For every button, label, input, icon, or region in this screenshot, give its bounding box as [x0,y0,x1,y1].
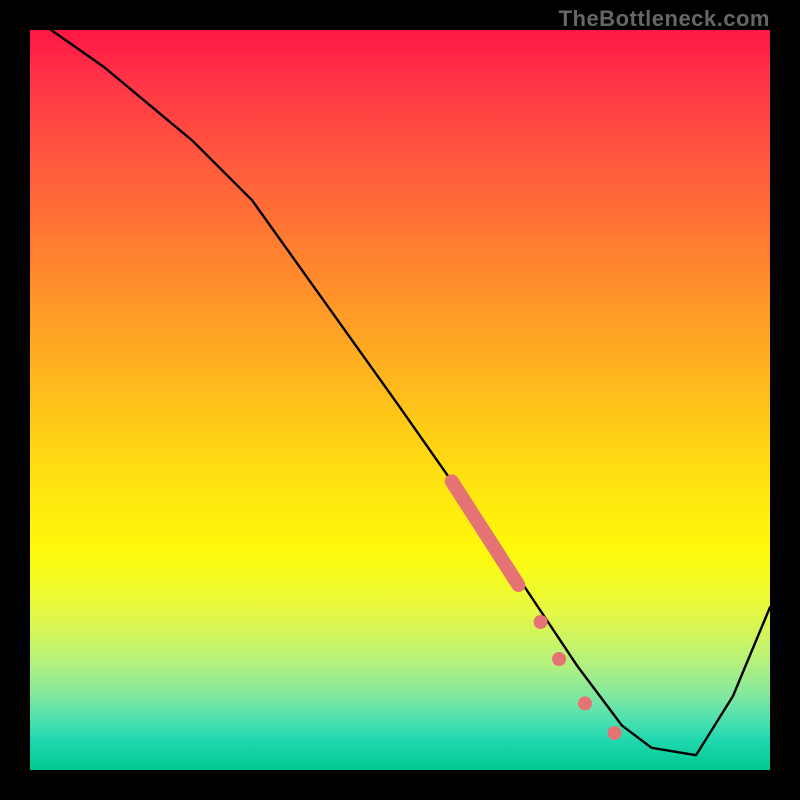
dot-1 [534,615,548,629]
dot-4 [608,726,622,740]
highlight-segment [452,481,519,585]
watermark-text: TheBottleneck.com [559,6,770,32]
bottleneck-curve [30,30,770,755]
dot-2 [552,652,566,666]
chart-svg [30,30,770,770]
chart-frame: TheBottleneck.com [0,0,800,800]
plot-area [30,30,770,770]
dot-3 [578,696,592,710]
